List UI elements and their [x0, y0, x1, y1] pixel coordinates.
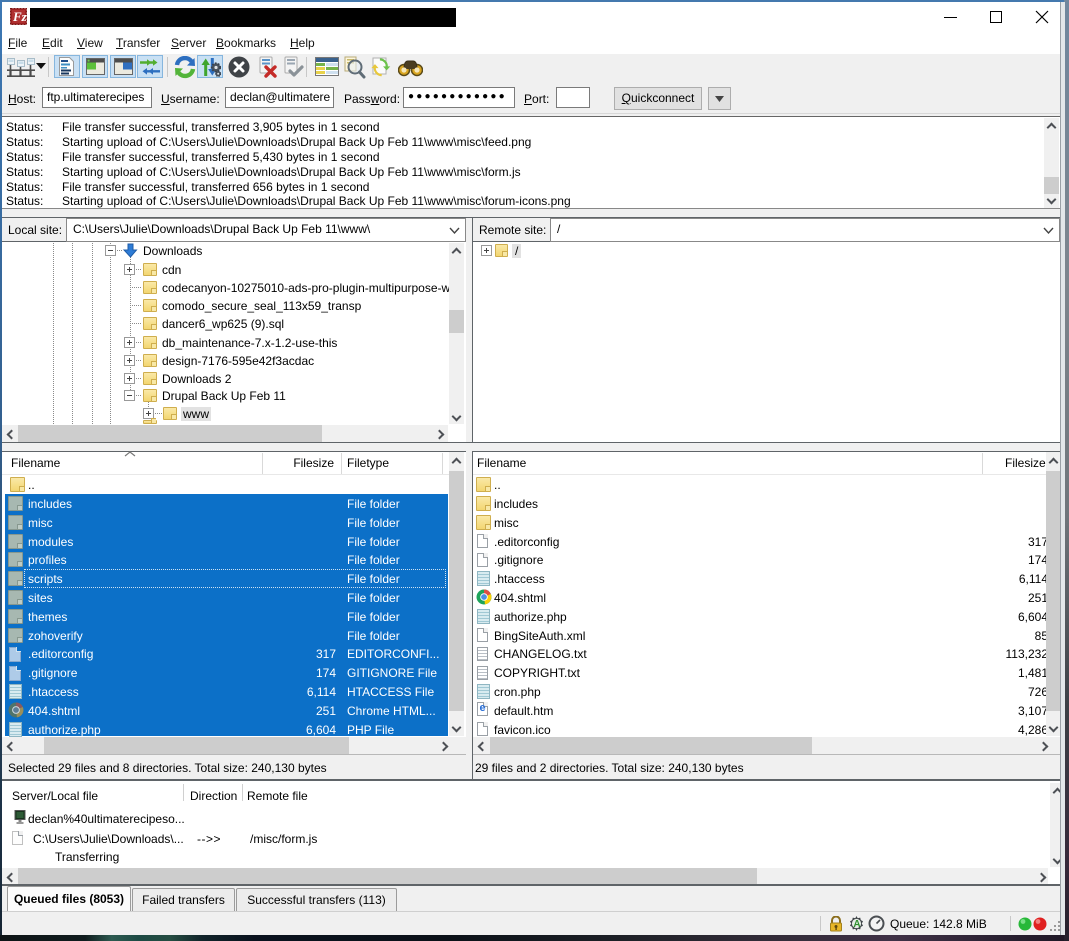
svg-text:Fz: Fz: [12, 9, 27, 24]
svg-text:A: A: [853, 919, 860, 930]
